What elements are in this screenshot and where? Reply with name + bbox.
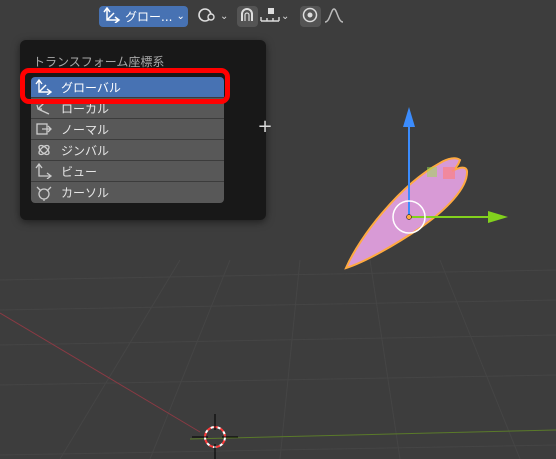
transform-orientation-icon [103, 6, 121, 27]
falloff-curve-icon [323, 6, 345, 28]
proportional-editing-toggle[interactable] [300, 6, 321, 27]
chevron-down-icon: ⌄ [176, 11, 185, 22]
object-origin [406, 214, 412, 220]
orientation-item-label: ノーマル [61, 122, 110, 137]
orientation-item-normal[interactable]: ノーマル [31, 119, 224, 140]
gizmo-y-arrowhead[interactable] [488, 211, 508, 223]
snap-magnet-icon [237, 6, 257, 28]
orientation-item-cursor[interactable]: カーソル [31, 182, 224, 203]
orientation-item-label: カーソル [61, 186, 110, 200]
snap-target-dropdown[interactable]: ⌄ [259, 6, 294, 27]
snap-increment-icon [259, 6, 281, 28]
orientation-item-label: ジンバル [61, 143, 110, 158]
gimbal-icon [35, 141, 53, 159]
y-axis-line [189, 429, 556, 440]
add-orientation-button[interactable]: + [256, 116, 274, 137]
pivot-point-icon [196, 6, 220, 28]
chevron-down-icon: ⌄ [220, 11, 229, 22]
transform-orientation-popup: トランスフォーム座標系 グローバル ローカル ノーマル ジンバル ビュー カーソ… [20, 40, 273, 220]
chevron-down-icon: ⌄ [281, 11, 290, 22]
orientation-item-view[interactable]: ビュー [31, 161, 224, 182]
gizmo-xz-plane-handle[interactable] [443, 167, 455, 179]
gizmo-yz-plane-handle[interactable] [427, 167, 437, 177]
view-axis-icon [35, 162, 53, 180]
viewport-grid [0, 259, 556, 459]
transform-orientation-label: グロー... [125, 10, 173, 24]
normal-axis-icon [35, 120, 53, 138]
highlight-annotation-box [20, 68, 230, 104]
transform-orientation-dropdown[interactable]: グロー... ⌄ [99, 6, 188, 27]
orientation-item-label: ビュー [61, 164, 98, 179]
cursor-axis-icon [35, 184, 53, 202]
proportional-editing-icon [300, 6, 320, 28]
x-axis-line [0, 312, 201, 433]
3d-cursor[interactable] [192, 414, 238, 459]
pivot-point-dropdown[interactable]: ⌄ [196, 6, 230, 27]
snap-toggle[interactable] [237, 6, 258, 27]
gizmo-z-arrowhead[interactable] [403, 107, 415, 127]
orientation-item-gimbal[interactable]: ジンバル [31, 140, 224, 161]
proportional-falloff-dropdown[interactable] [323, 6, 349, 27]
